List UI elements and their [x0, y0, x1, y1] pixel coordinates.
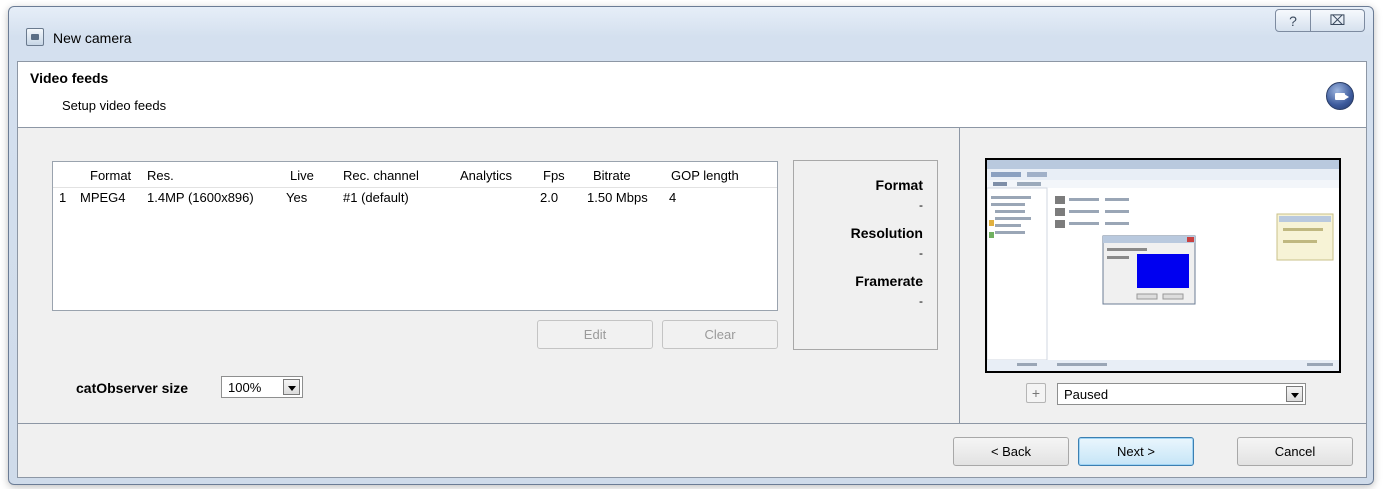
add-button[interactable]: +	[1026, 383, 1046, 403]
chevron-down-icon[interactable]	[283, 379, 300, 395]
cell-index: 1	[59, 190, 67, 205]
wizard-header: Video feeds Setup video feeds	[18, 62, 1366, 128]
caption-buttons: ? ⌧	[1275, 9, 1365, 32]
next-button[interactable]: Next >	[1078, 437, 1194, 466]
camera-preview	[985, 158, 1341, 373]
table-header: Format Res. Live Rec. channel Analytics …	[53, 162, 777, 188]
dialog-client-area: Video feeds Setup video feeds Format Res…	[17, 61, 1367, 478]
vertical-divider	[959, 128, 960, 423]
cell-live: Yes	[286, 190, 308, 205]
chevron-down-icon[interactable]	[1286, 386, 1303, 402]
catobserver-size-select[interactable]: 100%	[221, 376, 303, 398]
title-bar: New camera ? ⌧	[9, 7, 1373, 61]
cell-gop-length: 4	[669, 190, 677, 205]
column-header-analytics[interactable]: Analytics	[460, 168, 512, 183]
edit-button[interactable]: Edit	[537, 320, 653, 349]
format-label: Format	[875, 177, 923, 193]
page-subtitle: Setup video feeds	[62, 98, 167, 113]
catobserver-size-value: 100%	[228, 380, 262, 395]
footer-divider	[18, 423, 1366, 424]
resolution-value: -	[919, 246, 923, 260]
camera-icon	[1326, 82, 1354, 110]
resolution-label: Resolution	[850, 225, 923, 241]
close-button[interactable]: ⌧	[1311, 9, 1365, 32]
help-button[interactable]: ?	[1275, 9, 1311, 32]
table-row[interactable]: 1 MPEG4 1.4MP (1600x896) Yes #1 (default…	[53, 188, 777, 210]
column-header-rec-channel[interactable]: Rec. channel	[343, 168, 419, 183]
column-header-live[interactable]: Live	[290, 168, 314, 183]
preview-screenshot-image	[987, 160, 1339, 371]
cancel-button[interactable]: Cancel	[1237, 437, 1353, 466]
column-header-fps[interactable]: Fps	[543, 168, 565, 183]
column-header-gop-length[interactable]: GOP length	[671, 168, 739, 183]
preview-state-value: Paused	[1064, 387, 1109, 402]
column-header-bitrate[interactable]: Bitrate	[593, 168, 631, 183]
camera-window-icon	[26, 28, 44, 46]
cell-rec-channel: #1 (default)	[343, 190, 409, 205]
framerate-value: -	[919, 294, 923, 308]
preview-state-select[interactable]: Paused	[1057, 383, 1306, 405]
cell-resolution: 1.4MP (1600x896)	[147, 190, 254, 205]
back-button[interactable]: < Back	[953, 437, 1069, 466]
cell-format: MPEG4	[80, 190, 126, 205]
cell-fps: 2.0	[540, 190, 559, 205]
format-value: -	[919, 198, 923, 212]
window-title: New camera	[53, 30, 132, 46]
framerate-label: Framerate	[855, 273, 923, 289]
page-title: Video feeds	[30, 70, 109, 86]
new-camera-dialog: New camera ? ⌧ Video feeds Setup video f…	[8, 6, 1374, 485]
column-header-format[interactable]: Format	[90, 168, 131, 183]
catobserver-size-label: catObserver size	[76, 380, 189, 396]
cell-bitrate: 1.50 Mbps	[587, 190, 648, 205]
clear-button[interactable]: Clear	[662, 320, 778, 349]
column-header-resolution[interactable]: Res.	[147, 168, 174, 183]
video-feeds-table[interactable]: Format Res. Live Rec. channel Analytics …	[52, 161, 778, 311]
feed-info-panel: Format - Resolution - Framerate -	[793, 160, 938, 350]
